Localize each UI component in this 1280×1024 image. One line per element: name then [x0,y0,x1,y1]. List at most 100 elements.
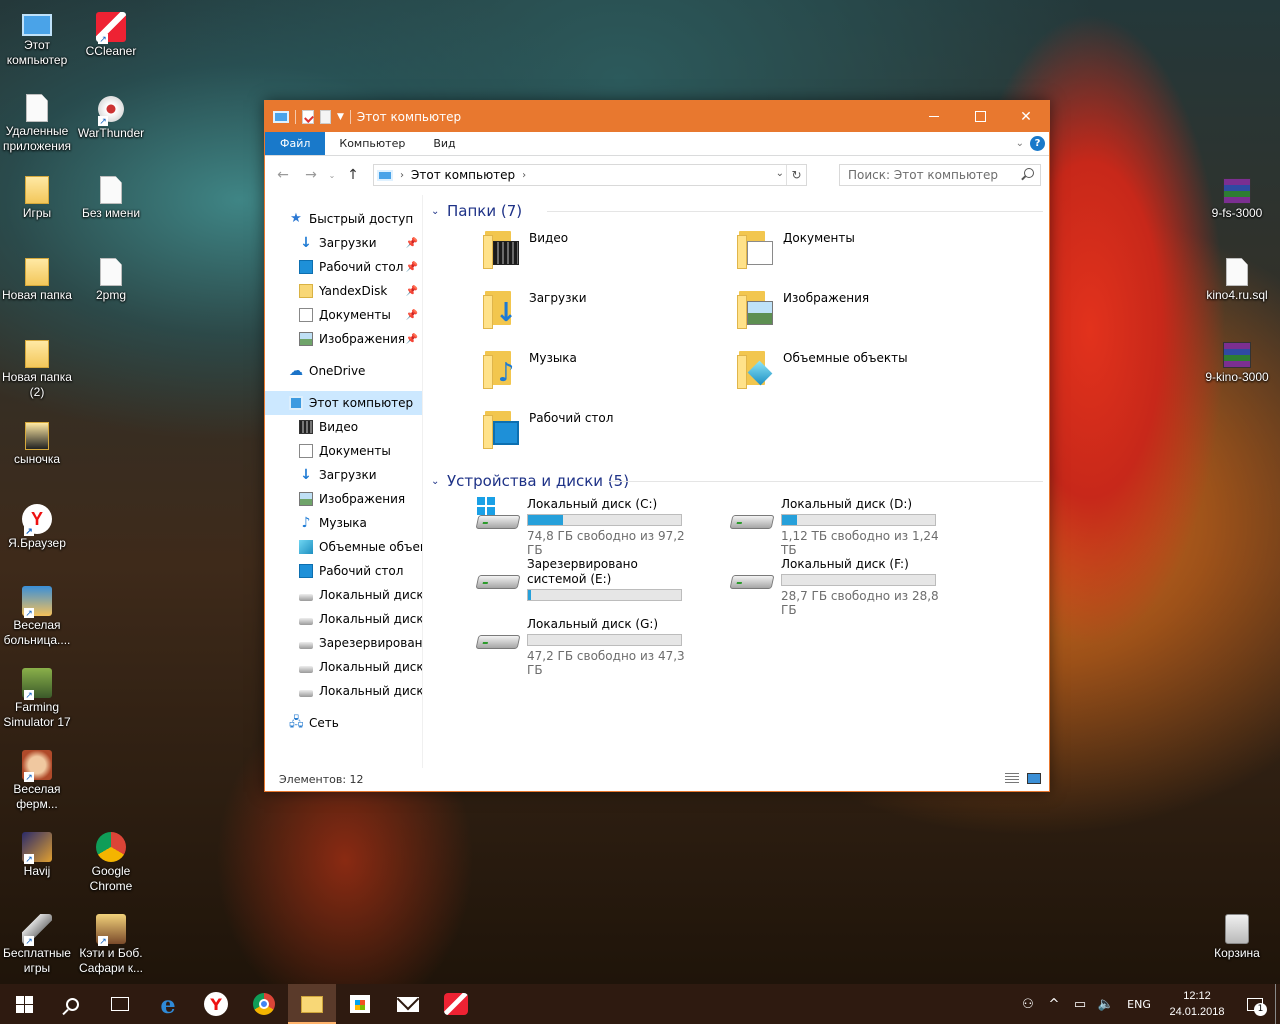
details-view-icon[interactable] [1005,773,1019,784]
breadcrumb-this-pc[interactable]: Этот компьютер [411,168,515,182]
drive-tile-d[interactable]: Локальный диск (D:) 1,12 ТБ свободно из … [729,497,983,557]
start-button[interactable] [0,984,48,1024]
maximize-button[interactable] [957,101,1003,132]
desktop-icon-new-folder-2[interactable]: Новая папка (2) [0,336,74,400]
nav-network[interactable]: 🖧 Сеть [265,711,422,735]
nav-pinned-pictures[interactable]: Изображения 📌 [265,327,422,351]
taskbar-yandex[interactable]: Y [192,984,240,1024]
task-view-button[interactable] [96,984,144,1024]
tab-view[interactable]: Вид [419,132,469,155]
taskbar-file-explorer[interactable] [288,984,336,1024]
nav-pc-music[interactable]: ♪ Музыка [265,511,422,535]
nav-pc-pictures[interactable]: Изображения [265,487,422,511]
new-folder-icon[interactable] [320,109,331,124]
folder-tile-desktop[interactable]: Рабочий стол [483,403,737,463]
desktop-icon-games-folder[interactable]: Игры [0,172,74,221]
people-icon[interactable]: ⚇ [1015,997,1041,1012]
help-icon[interactable]: ? [1030,136,1045,151]
nav-quick-access[interactable]: ★ Быстрый доступ [265,207,422,231]
up-button[interactable]: ↑ [341,167,365,183]
desktop-icon-yandex-browser[interactable]: Y Я.Браузер [0,500,74,551]
search-input[interactable]: Поиск: Этот компьютер [839,164,1041,186]
nav-pinned-downloads[interactable]: ↓ Загрузки 📌 [265,231,422,255]
nav-pc-documents[interactable]: Документы [265,439,422,463]
drive-tile-g[interactable]: Локальный диск (G:) 47,2 ГБ свободно из … [475,617,729,677]
collapse-chevron-icon[interactable]: ⌄ [431,206,447,217]
minimize-button[interactable] [911,101,957,132]
pin-icon[interactable]: 📌 [406,286,418,297]
folder-tile-3d-objects[interactable]: Объемные объекты [737,343,991,403]
pin-icon[interactable]: 📌 [406,238,418,249]
folder-tile-documents[interactable]: Документы [737,223,991,283]
folder-tile-downloads[interactable]: ↓ Загрузки [483,283,737,343]
breadcrumb-chevron-icon[interactable]: › [400,170,404,181]
breadcrumb-chevron-icon[interactable]: › [522,170,526,181]
nav-pinned-desktop[interactable]: Рабочий стол 📌 [265,255,422,279]
desktop-icon-warthunder[interactable]: WarThunder [74,90,148,141]
desktop-icon-kino4-sql[interactable]: kino4.ru.sql [1200,254,1274,303]
group-header-drives[interactable]: ⌄ Устройства и диски (5) [429,469,1049,493]
taskbar-mail[interactable] [384,984,432,1024]
taskbar-store[interactable] [336,984,384,1024]
recent-locations-icon[interactable]: ⌄ [327,171,337,180]
desktop-icon-new-folder[interactable]: Новая папка [0,254,74,303]
action-center-button[interactable]: 1 [1235,984,1275,1024]
nav-drive-g[interactable]: Локальный диск (G [265,679,422,703]
refresh-button[interactable]: ↻ [786,165,806,185]
volume-icon[interactable]: 🔈 [1093,997,1119,1012]
desktop-icon-this-pc[interactable]: Этот компьютер [0,8,74,68]
folder-tile-pictures[interactable]: Изображения [737,283,991,343]
show-hidden-icons-chevron-icon[interactable]: ^ [1041,997,1067,1012]
address-bar[interactable]: › Этот компьютер › ⌄ ↻ [373,164,807,186]
nav-pc-desktop[interactable]: Рабочий стол [265,559,422,583]
folder-tile-music[interactable]: ♪ Музыка [483,343,737,403]
nav-onedrive[interactable]: ☁ OneDrive [265,359,422,383]
nav-drive-e[interactable]: Зарезервировано с [265,631,422,655]
chevron-down-icon[interactable]: ▼ [337,112,344,122]
nav-pc-videos[interactable]: Видео [265,415,422,439]
drive-tile-e[interactable]: Зарезервировано системой (E:) [475,557,729,617]
desktop-icon-9-fs-3000[interactable]: 9-fs-3000 [1200,172,1274,221]
desktop-icon-happy-hospital[interactable]: Веселая больница.... [0,582,74,648]
drive-tile-c[interactable]: Локальный диск (C:) 74,8 ГБ свободно из … [475,497,729,557]
large-icons-view-icon[interactable] [1027,773,1041,784]
nav-drive-c[interactable]: Локальный диск (C [265,583,422,607]
desktop-icon-2pmg[interactable]: 2pmg [74,254,148,303]
group-header-folders[interactable]: ⌄ Папки (7) [429,199,1049,223]
tab-computer[interactable]: Компьютер [325,132,419,155]
nav-pinned-documents[interactable]: Документы 📌 [265,303,422,327]
close-button[interactable]: ✕ [1003,101,1049,132]
pin-icon[interactable]: 📌 [406,262,418,273]
network-status-icon[interactable]: ▭ [1067,997,1093,1012]
desktop-icon-noname[interactable]: Без имени [74,172,148,221]
desktop-icon-recycle-bin[interactable]: Корзина [1200,910,1274,961]
desktop-icon-9-kino-3000[interactable]: 9-kino-3000 [1200,336,1274,385]
desktop-icon-synochka[interactable]: сыночка [0,418,74,467]
desktop-icon-katie-bob[interactable]: Кэти и Боб. Сафари к... [74,910,148,976]
taskbar-edge[interactable]: e [144,984,192,1024]
taskbar-ccleaner[interactable] [432,984,480,1024]
properties-icon[interactable] [302,109,314,124]
pin-icon[interactable]: 📌 [406,334,418,345]
nav-pc-3d-objects[interactable]: Объемные объекты [265,535,422,559]
nav-drive-d[interactable]: Локальный диск (D [265,607,422,631]
taskbar-chrome[interactable] [240,984,288,1024]
back-button[interactable]: ← [271,167,295,183]
nav-drive-f[interactable]: Локальный диск (F [265,655,422,679]
desktop-icon-google-chrome[interactable]: Google Chrome [74,828,148,894]
search-button[interactable] [48,984,96,1024]
nav-this-pc[interactable]: Этот компьютер [265,391,422,415]
desktop-icon-remote-apps[interactable]: Удаленные приложения [0,90,74,154]
desktop-icon-havij[interactable]: Havij [0,828,74,879]
desktop-icon-happy-farm[interactable]: Веселая ферм... [0,746,74,812]
nav-pc-downloads[interactable]: ↓ Загрузки [265,463,422,487]
input-language[interactable]: ENG [1119,998,1159,1011]
desktop-icon-free-games[interactable]: Бесплатные игры [0,910,74,976]
tab-file[interactable]: Файл [265,132,326,155]
title-bar[interactable]: ▼ Этот компьютер ✕ [265,101,1049,132]
nav-pinned-yandexdisk[interactable]: YandexDisk 📌 [265,279,422,303]
collapse-chevron-icon[interactable]: ⌄ [431,476,447,487]
clock[interactable]: 12:12 24.01.2018 [1159,988,1235,1020]
show-desktop-button[interactable] [1275,984,1280,1024]
forward-button[interactable]: → [299,167,323,183]
